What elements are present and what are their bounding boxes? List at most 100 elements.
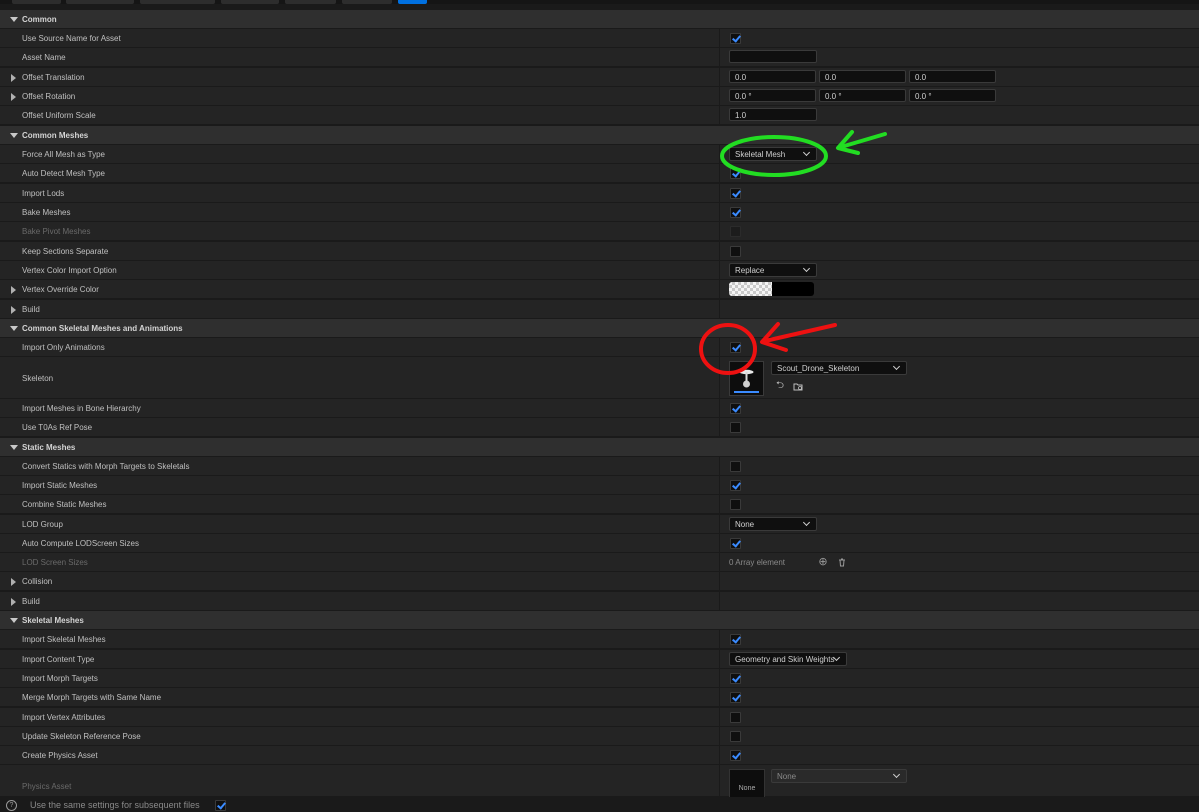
row-vertex-color-import-option: Vertex Color Import Option Replace xyxy=(0,261,1199,280)
toolbar-tab[interactable] xyxy=(66,0,134,4)
property-label: Vertex Override Color xyxy=(22,285,99,294)
lod-group-dropdown[interactable]: None xyxy=(729,517,817,531)
import-lods-checkbox[interactable] xyxy=(730,188,741,199)
thumbnail-text: None xyxy=(738,785,756,792)
triangle-down-icon[interactable] xyxy=(10,133,18,138)
dropdown-value: Skeletal Mesh xyxy=(735,150,786,159)
row-build-static: Build xyxy=(0,592,1199,611)
import-skeletal-meshes-checkbox[interactable] xyxy=(730,634,741,645)
toolbar-tab[interactable] xyxy=(221,0,279,4)
vertex-color-option-dropdown[interactable]: Replace xyxy=(729,263,817,277)
combine-static-meshes-checkbox[interactable] xyxy=(730,499,741,510)
triangle-down-icon[interactable] xyxy=(10,326,18,331)
import-meshes-bone-hierarchy-checkbox[interactable] xyxy=(730,403,741,414)
property-label: Build xyxy=(22,305,40,314)
bake-meshes-checkbox[interactable] xyxy=(730,207,741,218)
use-source-name-checkbox[interactable] xyxy=(730,33,741,44)
row-collision: Collision xyxy=(0,572,1199,591)
section-static-meshes[interactable]: Static Meshes xyxy=(0,438,1199,457)
property-label: Offset Translation xyxy=(22,73,85,82)
section-common[interactable]: Common xyxy=(0,10,1199,29)
row-offset-translation: Offset Translation 0.0 0.0 0.0 xyxy=(0,68,1199,87)
offset-uniform-scale-input[interactable]: 1.0 xyxy=(729,108,817,121)
keep-sections-separate-checkbox[interactable] xyxy=(730,246,741,257)
convert-statics-morph-checkbox[interactable] xyxy=(730,461,741,472)
bake-pivot-meshes-checkbox[interactable] xyxy=(730,226,741,237)
row-bake-pivot-meshes: Bake Pivot Meshes xyxy=(0,222,1199,241)
create-physics-asset-checkbox[interactable] xyxy=(730,750,741,761)
property-label: Import Meshes in Bone Hierarchy xyxy=(22,404,141,413)
row-skeleton: Skeleton Scout_Drone_Skeleton ⮌ xyxy=(0,357,1199,399)
row-keep-sections-separate: Keep Sections Separate xyxy=(0,242,1199,261)
section-common-skeletal-meshes-animations[interactable]: Common Skeletal Meshes and Animations xyxy=(0,319,1199,338)
offset-translation-y-input[interactable]: 0.0 xyxy=(819,70,906,83)
row-use-source-name: Use Source Name for Asset xyxy=(0,29,1199,48)
triangle-right-icon[interactable] xyxy=(11,286,16,294)
property-label: Auto Compute LODScreen Sizes xyxy=(22,539,139,548)
triangle-right-icon[interactable] xyxy=(11,74,16,82)
triangle-down-icon[interactable] xyxy=(10,618,18,623)
triangle-down-icon[interactable] xyxy=(10,445,18,450)
chevron-down-icon xyxy=(892,362,901,371)
row-import-meshes-bone-hierarchy: Import Meshes in Bone Hierarchy xyxy=(0,399,1199,418)
folder-search-icon[interactable] xyxy=(793,381,803,391)
asset-name-input[interactable] xyxy=(729,50,817,63)
section-skeletal-meshes[interactable]: Skeletal Meshes xyxy=(0,611,1199,630)
force-mesh-type-dropdown[interactable]: Skeletal Mesh xyxy=(729,147,817,161)
import-content-type-dropdown[interactable]: Geometry and Skin Weights xyxy=(729,652,847,666)
skeleton-dropdown[interactable]: Scout_Drone_Skeleton xyxy=(771,361,907,375)
row-vertex-override-color: Vertex Override Color xyxy=(0,280,1199,299)
skeleton-thumbnail[interactable] xyxy=(729,361,764,396)
offset-rotation-z-input[interactable]: 0.0 ° xyxy=(909,89,996,102)
import-vertex-attributes-checkbox[interactable] xyxy=(730,712,741,723)
row-create-physics-asset: Create Physics Asset xyxy=(0,746,1199,765)
footer-bar: ? Use the same settings for subsequent f… xyxy=(0,797,1199,812)
dropdown-value: Scout_Drone_Skeleton xyxy=(777,364,860,373)
dropdown-value: Replace xyxy=(735,266,765,275)
same-settings-checkbox[interactable] xyxy=(215,800,226,811)
property-label: Skeleton xyxy=(22,374,54,383)
import-only-animations-checkbox[interactable] xyxy=(730,342,741,353)
triangle-right-icon[interactable] xyxy=(11,598,16,606)
top-toolbar xyxy=(0,0,1199,4)
triangle-right-icon[interactable] xyxy=(11,306,16,314)
offset-rotation-y-input[interactable]: 0.0 ° xyxy=(819,89,906,102)
import-morph-targets-checkbox[interactable] xyxy=(730,673,741,684)
property-label: Use T0As Ref Pose xyxy=(22,423,93,432)
row-bake-meshes: Bake Meshes xyxy=(0,203,1199,222)
triangle-right-icon[interactable] xyxy=(11,578,16,586)
property-label: Bake Pivot Meshes xyxy=(22,227,91,236)
toolbar-tab[interactable] xyxy=(342,0,392,4)
offset-translation-x-input[interactable]: 0.0 xyxy=(729,70,816,83)
physics-asset-dropdown[interactable]: None xyxy=(771,769,907,783)
property-label: Import Morph Targets xyxy=(22,674,98,683)
browse-arrow-icon[interactable]: ⮌ xyxy=(775,381,785,391)
update-skeleton-ref-pose-checkbox[interactable] xyxy=(730,731,741,742)
property-label: Physics Asset xyxy=(22,782,72,791)
toolbar-tab[interactable] xyxy=(285,0,336,4)
auto-detect-mesh-type-checkbox[interactable] xyxy=(730,168,741,179)
property-label: Collision xyxy=(22,577,53,586)
row-lod-screen-sizes: LOD Screen Sizes 0 Array element ⊕ xyxy=(0,553,1199,572)
color-alpha-swatch[interactable] xyxy=(729,282,772,296)
toolbar-tab-active[interactable] xyxy=(398,0,427,4)
auto-compute-lod-checkbox[interactable] xyxy=(730,538,741,549)
offset-translation-z-input[interactable]: 0.0 xyxy=(909,70,996,83)
same-settings-label: Use the same settings for subsequent fil… xyxy=(30,800,200,810)
property-label: Import Static Meshes xyxy=(22,481,98,490)
toolbar-tab[interactable] xyxy=(12,0,61,4)
offset-rotation-x-input[interactable]: 0.0 ° xyxy=(729,89,816,102)
row-lod-group: LOD Group None xyxy=(0,515,1199,534)
triangle-right-icon[interactable] xyxy=(11,93,16,101)
section-common-meshes[interactable]: Common Meshes xyxy=(0,126,1199,145)
help-circle-icon[interactable]: ? xyxy=(6,800,17,811)
import-static-meshes-checkbox[interactable] xyxy=(730,480,741,491)
toolbar-tab[interactable] xyxy=(140,0,215,4)
section-label: Common Skeletal Meshes and Animations xyxy=(22,324,183,333)
triangle-down-icon[interactable] xyxy=(10,17,18,22)
merge-morph-targets-checkbox[interactable] xyxy=(730,692,741,703)
color-swatch[interactable] xyxy=(772,282,814,296)
add-circle-icon[interactable]: ⊕ xyxy=(818,557,828,568)
use-t0as-ref-pose-checkbox[interactable] xyxy=(730,422,741,433)
trash-icon[interactable] xyxy=(837,557,847,567)
